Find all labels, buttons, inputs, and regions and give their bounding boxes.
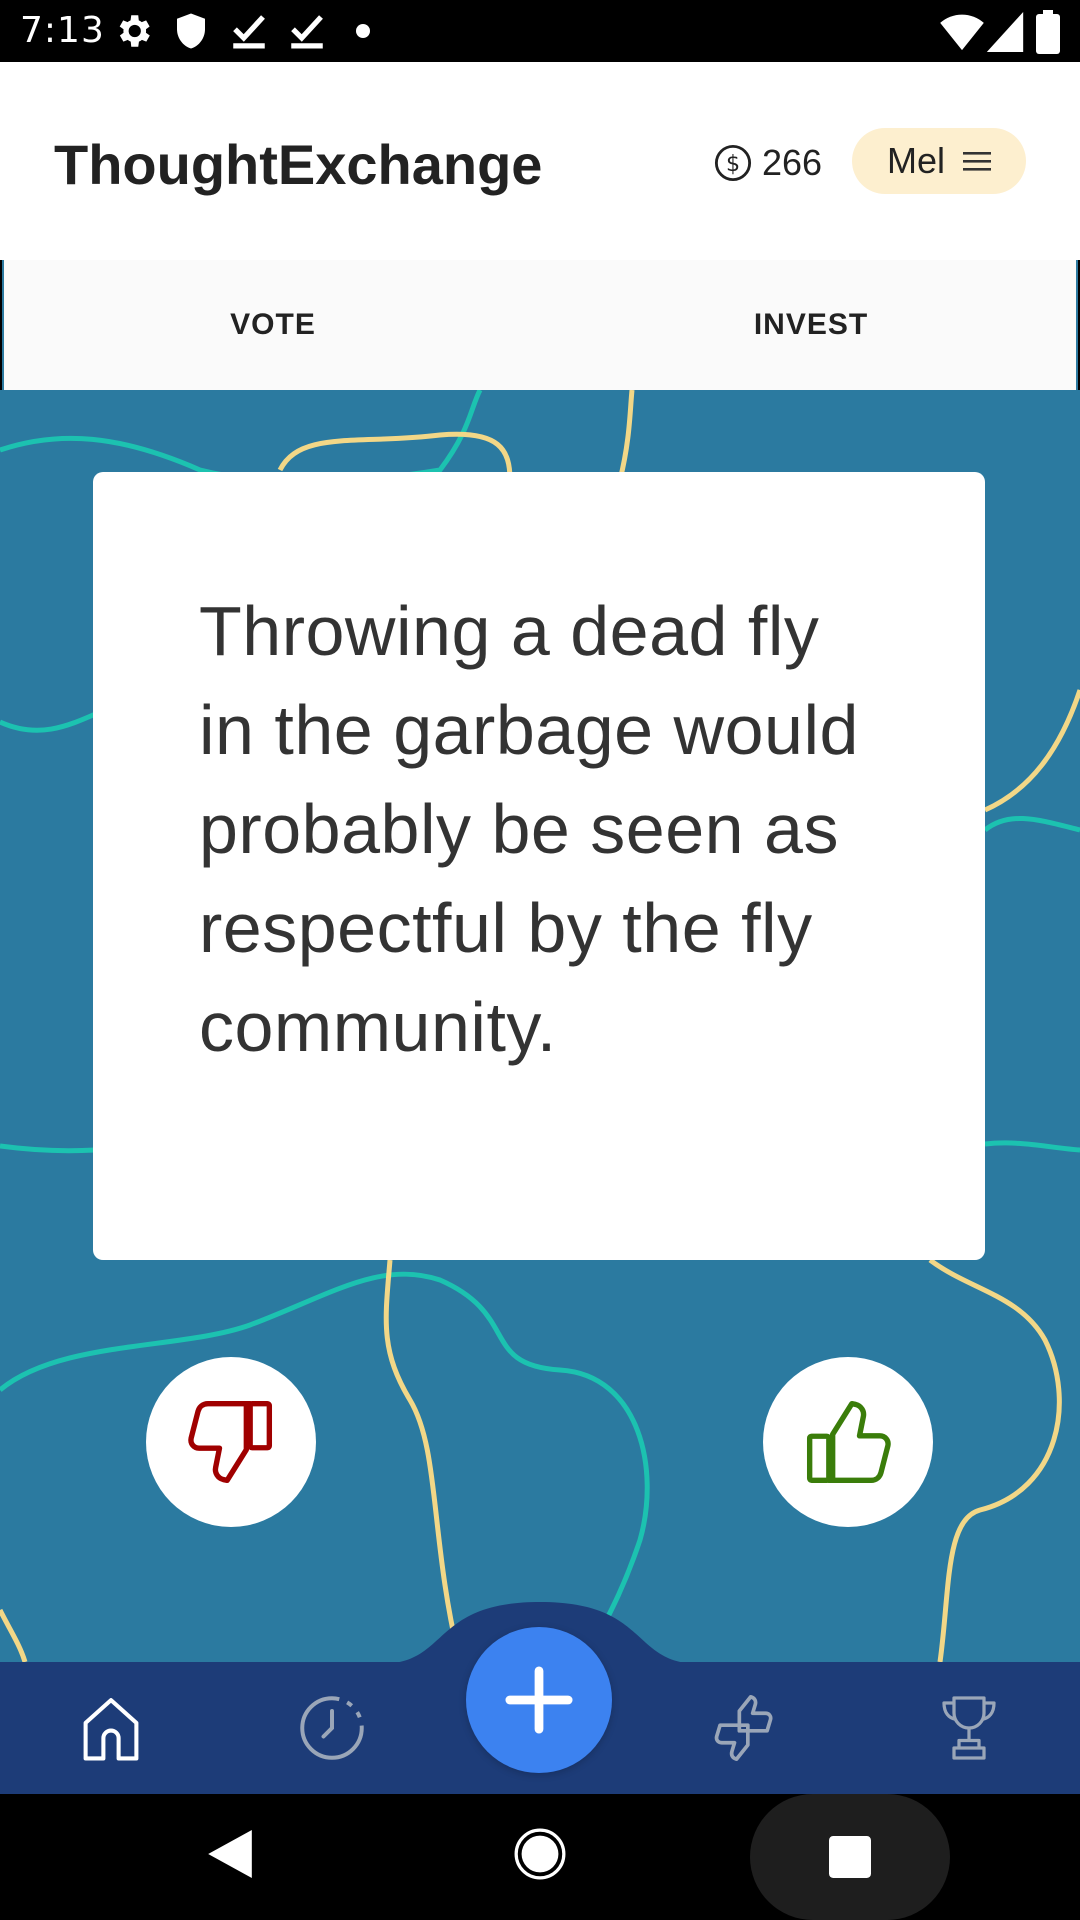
tab-bar: VOTE INVEST xyxy=(2,260,1078,390)
add-icon xyxy=(505,1666,573,1734)
android-back-button[interactable] xyxy=(190,1814,270,1894)
android-nav-bar xyxy=(0,1794,1080,1920)
android-home-button[interactable] xyxy=(500,1814,580,1894)
signal-icon xyxy=(986,12,1024,52)
app-title: ThoughtExchange xyxy=(54,133,543,196)
tab-invest[interactable]: INVEST xyxy=(542,260,1080,390)
wifi-icon xyxy=(940,14,984,51)
dot-icon xyxy=(356,24,370,38)
back-triangle-icon xyxy=(208,1830,252,1878)
battery-icon xyxy=(1036,10,1060,54)
coin-balance: $ 266 xyxy=(714,138,822,188)
coin-count: 266 xyxy=(762,142,823,183)
nav-history[interactable] xyxy=(297,1692,367,1764)
thought-card: Throwing a dead fly in the garbage would… xyxy=(93,472,985,1260)
check-download-icon xyxy=(233,15,265,49)
status-time: 7:13 xyxy=(20,10,105,51)
tab-vote[interactable]: VOTE xyxy=(4,260,542,390)
home-circle-icon xyxy=(514,1828,566,1880)
gear-icon xyxy=(119,15,150,47)
user-menu-button[interactable]: Mel xyxy=(852,128,1026,194)
nav-leaderboard[interactable] xyxy=(934,1692,1004,1764)
nav-rate[interactable] xyxy=(710,1692,780,1764)
dollar-coin-icon: $ xyxy=(714,144,752,182)
history-clock-icon xyxy=(300,1696,364,1760)
check-download-icon xyxy=(291,15,323,49)
home-icon xyxy=(83,1698,139,1761)
recents-square-icon xyxy=(829,1836,871,1878)
user-name: Mel xyxy=(886,140,945,181)
add-thought-button[interactable] xyxy=(466,1627,612,1773)
status-bar: 7:13 xyxy=(0,0,1080,62)
svg-text:$: $ xyxy=(726,151,740,177)
trophy-icon xyxy=(942,1696,996,1760)
thumbs-icon xyxy=(714,1694,773,1762)
app-header: ThoughtExchange $ 266 Mel xyxy=(0,62,1080,260)
thought-text: Throwing a dead fly in the garbage would… xyxy=(199,592,859,1066)
hamburger-menu-icon xyxy=(963,152,991,171)
thumbs-down-icon xyxy=(188,1400,273,1484)
thumbs-up-icon xyxy=(806,1400,891,1484)
dislike-button[interactable] xyxy=(146,1357,316,1527)
nav-home[interactable] xyxy=(76,1692,146,1764)
shield-icon xyxy=(177,13,205,49)
android-recents-button[interactable] xyxy=(750,1794,950,1920)
like-button[interactable] xyxy=(763,1357,933,1527)
